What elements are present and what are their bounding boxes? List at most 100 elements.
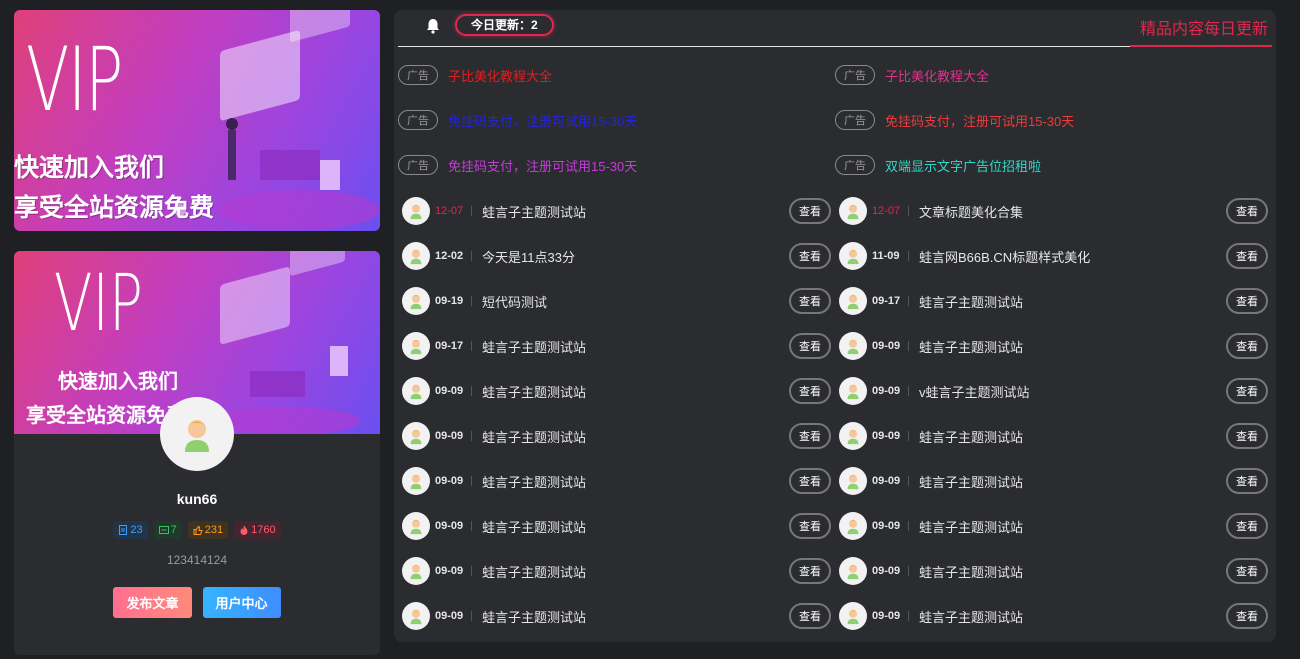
post-row[interactable]: 12-02 今天是11点33分 查看 [402, 241, 832, 271]
post-row[interactable]: 09-09 v蛙言子主题测试站 查看 [839, 376, 1269, 406]
post-row[interactable]: 09-09 蛙言子主题测试站 查看 [839, 601, 1269, 631]
posts-count-badge[interactable]: 23 [113, 521, 148, 539]
ad-item[interactable]: 广告 双端显示文字广告位招租啦 [835, 155, 1041, 175]
author-avatar[interactable] [402, 377, 430, 405]
view-button[interactable]: 查看 [1226, 243, 1268, 269]
view-button[interactable]: 查看 [1226, 468, 1268, 494]
post-title[interactable]: 蛙言子主题测试站 [919, 517, 1226, 536]
post-row[interactable]: 09-09 蛙言子主题测试站 查看 [402, 556, 832, 586]
author-avatar[interactable] [402, 467, 430, 495]
publish-article-button[interactable]: 发布文章 [113, 587, 192, 618]
ad-link[interactable]: 免挂码支付，注册可试用15-30天 [448, 111, 637, 130]
view-button[interactable]: 查看 [789, 558, 831, 584]
bell-icon[interactable] [426, 18, 440, 34]
post-title[interactable]: 蛙言子主题测试站 [919, 427, 1226, 446]
hot-count-badge[interactable]: 1760 [234, 521, 281, 539]
post-row[interactable]: 09-09 蛙言子主题测试站 查看 [839, 556, 1269, 586]
post-row[interactable]: 11-09 蛙言网B66B.CN标题样式美化 查看 [839, 241, 1269, 271]
post-row[interactable]: 09-09 蛙言子主题测试站 查看 [839, 511, 1269, 541]
post-title[interactable]: 短代码测试 [482, 292, 789, 311]
view-button[interactable]: 查看 [1226, 333, 1268, 359]
ad-link[interactable]: 子比美化教程大全 [448, 66, 552, 85]
likes-count-badge[interactable]: 231 [187, 521, 229, 539]
view-button[interactable]: 查看 [789, 378, 831, 404]
ad-item[interactable]: 广告 免挂码支付，注册可试用15-30天 [835, 110, 1074, 130]
view-button[interactable]: 查看 [789, 423, 831, 449]
post-row[interactable]: 09-17 蛙言子主题测试站 查看 [402, 331, 832, 361]
author-avatar[interactable] [402, 332, 430, 360]
author-avatar[interactable] [839, 467, 867, 495]
author-avatar[interactable] [402, 512, 430, 540]
post-row[interactable]: 09-09 蛙言子主题测试站 查看 [839, 421, 1269, 451]
ad-link[interactable]: 子比美化教程大全 [885, 66, 989, 85]
view-button[interactable]: 查看 [1226, 198, 1268, 224]
user-avatar[interactable] [160, 397, 234, 471]
post-title[interactable]: v蛙言子主题测试站 [919, 382, 1226, 401]
post-title[interactable]: 蛙言子主题测试站 [482, 382, 789, 401]
ad-item[interactable]: 广告 免挂码支付，注册可试用15-30天 [398, 110, 637, 130]
post-row[interactable]: 09-09 蛙言子主题测试站 查看 [402, 511, 832, 541]
view-button[interactable]: 查看 [789, 333, 831, 359]
view-button[interactable]: 查看 [1226, 378, 1268, 404]
view-button[interactable]: 查看 [789, 243, 831, 269]
author-avatar[interactable] [839, 242, 867, 270]
author-avatar[interactable] [839, 332, 867, 360]
post-row[interactable]: 09-09 蛙言子主题测试站 查看 [839, 331, 1269, 361]
author-avatar[interactable] [402, 287, 430, 315]
post-row[interactable]: 09-09 蛙言子主题测试站 查看 [402, 376, 832, 406]
ad-link[interactable]: 免挂码支付，注册可试用15-30天 [885, 111, 1074, 130]
post-row[interactable]: 09-19 短代码测试 查看 [402, 286, 832, 316]
vip-banner[interactable]: VIP 快速加入我们 享受全站资源免费 [14, 10, 380, 231]
view-button[interactable]: 查看 [789, 513, 831, 539]
view-button[interactable]: 查看 [789, 603, 831, 629]
author-avatar[interactable] [839, 602, 867, 630]
post-title[interactable]: 蛙言子主题测试站 [482, 517, 789, 536]
author-avatar[interactable] [839, 512, 867, 540]
view-button[interactable]: 查看 [1226, 288, 1268, 314]
post-title[interactable]: 蛙言子主题测试站 [482, 607, 789, 626]
view-button[interactable]: 查看 [789, 468, 831, 494]
view-button[interactable]: 查看 [1226, 558, 1268, 584]
ad-link[interactable]: 双端显示文字广告位招租啦 [885, 156, 1041, 175]
post-title[interactable]: 蛙言网B66B.CN标题样式美化 [919, 247, 1226, 266]
ad-item[interactable]: 广告 免挂码支付，注册可试用15-30天 [398, 155, 637, 175]
author-avatar[interactable] [839, 557, 867, 585]
post-title[interactable]: 蛙言子主题测试站 [919, 562, 1226, 581]
post-title[interactable]: 蛙言子主题测试站 [919, 472, 1226, 491]
post-title[interactable]: 蛙言子主题测试站 [482, 202, 789, 221]
author-avatar[interactable] [402, 422, 430, 450]
ad-link[interactable]: 免挂码支付，注册可试用15-30天 [448, 156, 637, 175]
view-button[interactable]: 查看 [1226, 513, 1268, 539]
post-row[interactable]: 12-07 文章标题美化合集 查看 [839, 196, 1269, 226]
ad-item[interactable]: 广告 子比美化教程大全 [835, 65, 989, 85]
author-avatar[interactable] [839, 287, 867, 315]
post-title[interactable]: 蛙言子主题测试站 [482, 562, 789, 581]
comments-count-badge[interactable]: 7 [153, 521, 182, 539]
post-row[interactable]: 09-09 蛙言子主题测试站 查看 [402, 466, 832, 496]
post-title[interactable]: 蛙言子主题测试站 [919, 337, 1226, 356]
today-updates-badge[interactable]: 今日更新：2 [455, 14, 554, 36]
post-title[interactable]: 蛙言子主题测试站 [919, 607, 1226, 626]
post-row[interactable]: 09-09 蛙言子主题测试站 查看 [839, 466, 1269, 496]
post-title[interactable]: 今天是11点33分 [482, 247, 789, 266]
view-button[interactable]: 查看 [1226, 423, 1268, 449]
post-row[interactable]: 09-09 蛙言子主题测试站 查看 [402, 421, 832, 451]
author-avatar[interactable] [839, 422, 867, 450]
author-avatar[interactable] [402, 242, 430, 270]
post-title[interactable]: 蛙言子主题测试站 [482, 427, 789, 446]
view-button[interactable]: 查看 [789, 288, 831, 314]
author-avatar[interactable] [839, 377, 867, 405]
username[interactable]: kun66 [14, 491, 380, 507]
post-row[interactable]: 09-09 蛙言子主题测试站 查看 [402, 601, 832, 631]
author-avatar[interactable] [402, 197, 430, 225]
post-title[interactable]: 蛙言子主题测试站 [482, 337, 789, 356]
ad-item[interactable]: 广告 子比美化教程大全 [398, 65, 552, 85]
post-row[interactable]: 09-17 蛙言子主题测试站 查看 [839, 286, 1269, 316]
author-avatar[interactable] [839, 197, 867, 225]
author-avatar[interactable] [402, 557, 430, 585]
author-avatar[interactable] [402, 602, 430, 630]
post-title[interactable]: 蛙言子主题测试站 [482, 472, 789, 491]
view-button[interactable]: 查看 [1226, 603, 1268, 629]
post-title[interactable]: 文章标题美化合集 [919, 202, 1226, 221]
user-center-button[interactable]: 用户中心 [202, 587, 281, 618]
